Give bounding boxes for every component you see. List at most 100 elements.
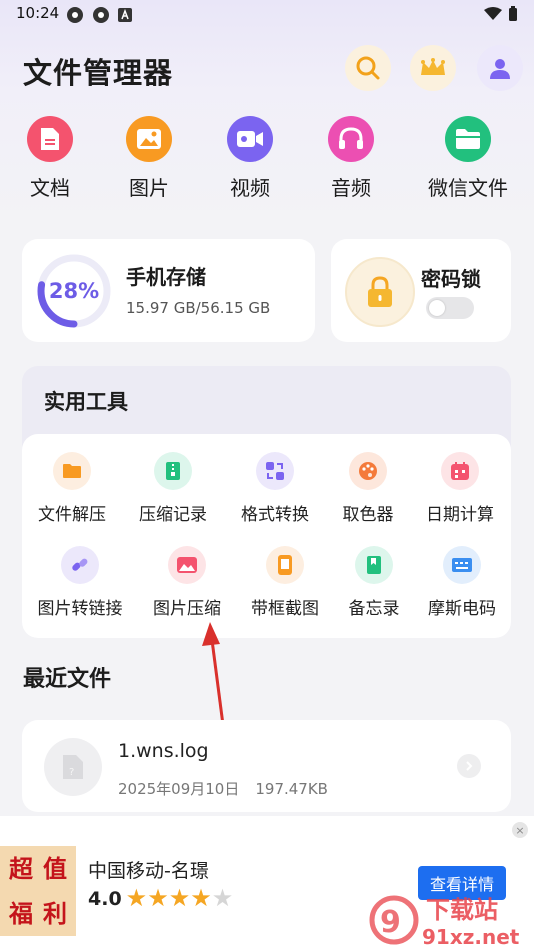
tool-icon-bg bbox=[168, 546, 206, 584]
category-label: 微信文件 bbox=[428, 176, 508, 200]
ad-image-char: 利 bbox=[43, 899, 67, 928]
tools-title: 实用工具 bbox=[44, 390, 128, 414]
tool-date-calc[interactable]: 日期计算 bbox=[410, 452, 510, 525]
calendar-icon bbox=[451, 462, 469, 480]
user-icon bbox=[490, 59, 510, 79]
ad-rating: 4.0 ★★★★★ bbox=[88, 886, 233, 911]
recent-files-title: 最近文件 bbox=[23, 667, 112, 692]
tool-label: 取色器 bbox=[342, 505, 394, 525]
tool-icon-bg bbox=[355, 546, 393, 584]
phone-frame-icon bbox=[278, 555, 292, 575]
ad-image-char: 超 bbox=[9, 854, 33, 883]
tool-icon-bg bbox=[349, 452, 387, 490]
status-time: 10:24 bbox=[16, 4, 60, 22]
tool-color-picker[interactable]: 取色器 bbox=[318, 452, 418, 525]
category-documents[interactable]: 文档 bbox=[10, 116, 90, 201]
category-images[interactable]: 图片 bbox=[109, 116, 189, 201]
tool-icon-bg bbox=[441, 452, 479, 490]
tool-morse-code[interactable]: 摩斯电码 bbox=[412, 546, 512, 619]
image-icon bbox=[177, 557, 197, 573]
ad-banner[interactable]: × 超 值 福 利 中国移动-名璟 4.0 ★★★★★ 查看详情 9 下载站 9… bbox=[0, 816, 534, 950]
category-videos[interactable]: 视频 bbox=[210, 116, 290, 201]
category-circle bbox=[227, 116, 273, 162]
tool-label: 图片转链接 bbox=[37, 599, 123, 619]
status-notification-icons bbox=[66, 6, 132, 24]
lock-toggle[interactable] bbox=[426, 297, 474, 319]
app-title: 文件管理器 bbox=[23, 56, 174, 90]
file-size: 197.47KB bbox=[255, 780, 328, 798]
category-label: 音频 bbox=[331, 176, 371, 200]
storage-title: 手机存储 bbox=[126, 265, 206, 289]
convert-icon bbox=[266, 462, 284, 480]
lock-icon-circle bbox=[345, 257, 415, 327]
tool-icon-bg bbox=[266, 546, 304, 584]
file-date: 2025年09月10日 bbox=[118, 780, 240, 798]
app-notification-icon bbox=[67, 7, 83, 23]
password-lock-card[interactable]: 密码锁 bbox=[331, 239, 511, 342]
document-icon bbox=[41, 128, 59, 150]
tool-label: 带框截图 bbox=[251, 599, 319, 619]
recent-file-row[interactable]: ? 1.wns.log 2025年09月10日 197.47KB bbox=[22, 720, 511, 812]
image-icon bbox=[137, 129, 161, 149]
profile-button[interactable] bbox=[477, 45, 523, 91]
tool-label: 备忘录 bbox=[348, 599, 400, 619]
category-label: 图片 bbox=[129, 176, 169, 200]
tool-zip-history[interactable]: 压缩记录 bbox=[123, 452, 223, 525]
unknown-file-icon: ? bbox=[63, 755, 83, 779]
tool-label: 摩斯电码 bbox=[428, 599, 496, 619]
tool-label: 压缩记录 bbox=[139, 505, 207, 525]
ad-image: 超 值 福 利 bbox=[0, 846, 76, 936]
video-icon bbox=[237, 131, 263, 147]
storage-usage: 15.97 GB/56.15 GB bbox=[126, 299, 271, 317]
file-meta: 2025年09月10日 197.47KB bbox=[118, 778, 328, 799]
ad-stars: ★★★★★ bbox=[126, 886, 234, 911]
watermark-url: 91xz.net bbox=[422, 925, 520, 949]
tool-label: 文件解压 bbox=[38, 505, 106, 525]
star-icon: ★ bbox=[211, 884, 234, 912]
crown-icon bbox=[421, 58, 445, 75]
search-button[interactable] bbox=[345, 45, 391, 91]
ad-close-button[interactable]: × bbox=[512, 822, 528, 838]
toggle-knob bbox=[429, 300, 445, 316]
watermark-text: 下载站 bbox=[426, 896, 498, 924]
vip-button[interactable] bbox=[410, 45, 456, 91]
file-icon-circle: ? bbox=[44, 738, 102, 796]
category-label: 文档 bbox=[30, 176, 70, 200]
tool-framed-screenshot[interactable]: 带框截图 bbox=[235, 546, 335, 619]
a-notification-icon bbox=[118, 8, 132, 22]
star-icon: ★ bbox=[125, 884, 148, 912]
ad-image-char: 福 bbox=[9, 899, 33, 928]
storage-percent: 28% bbox=[48, 279, 100, 303]
tool-icon-bg bbox=[256, 452, 294, 490]
site-watermark: 9 下载站 91xz.net bbox=[369, 895, 520, 949]
tool-memo[interactable]: 备忘录 bbox=[324, 546, 424, 619]
phone-storage-card[interactable]: 28% 手机存储 15.97 GB/56.15 GB bbox=[22, 239, 315, 342]
status-system-icons bbox=[484, 6, 518, 22]
tool-icon-bg bbox=[53, 452, 91, 490]
category-label: 视频 bbox=[230, 176, 270, 200]
search-icon bbox=[356, 56, 380, 80]
zip-icon bbox=[166, 462, 180, 480]
star-icon: ★ bbox=[147, 884, 169, 912]
category-circle bbox=[126, 116, 172, 162]
file-open-button[interactable] bbox=[457, 754, 481, 778]
tool-image-to-link[interactable]: 图片转链接 bbox=[30, 546, 130, 619]
tool-format-convert[interactable]: 格式转换 bbox=[225, 452, 325, 525]
lock-title: 密码锁 bbox=[421, 267, 481, 291]
category-circle bbox=[445, 116, 491, 162]
tool-icon-bg bbox=[154, 452, 192, 490]
tools-section: 实用工具 文件解压 压缩记录 格式转换 取色器 日期计算 图片转链接 图片压缩 … bbox=[22, 366, 511, 638]
tool-image-compress[interactable]: 图片压缩 bbox=[137, 546, 237, 619]
tool-unzip[interactable]: 文件解压 bbox=[22, 452, 122, 525]
star-icon: ★ bbox=[190, 884, 212, 912]
svg-text:9: 9 bbox=[380, 905, 401, 940]
file-name: 1.wns.log bbox=[118, 740, 209, 762]
category-wechat-files[interactable]: 微信文件 bbox=[416, 116, 520, 201]
app-notification-icon bbox=[93, 7, 109, 23]
wifi-icon bbox=[484, 7, 502, 20]
bookmark-icon bbox=[367, 556, 381, 574]
keyboard-icon bbox=[452, 558, 472, 572]
tool-label: 图片压缩 bbox=[153, 599, 221, 619]
category-audio[interactable]: 音频 bbox=[311, 116, 391, 201]
folder-icon bbox=[456, 129, 480, 149]
